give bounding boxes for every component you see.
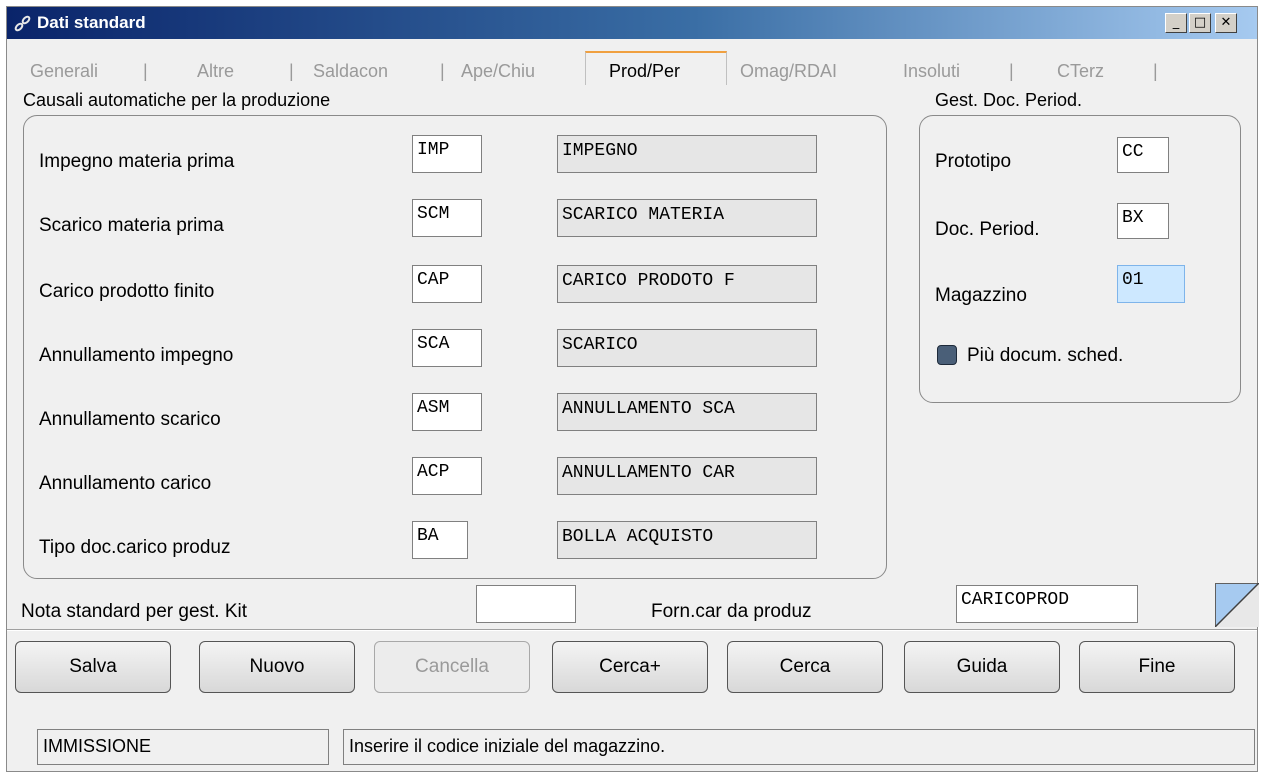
annull-carico-label: Annullamento carico bbox=[39, 473, 212, 494]
tab-separator: | bbox=[143, 61, 148, 81]
resize-grip-icon[interactable] bbox=[1215, 583, 1259, 627]
carico-pf-label: Carico prodotto finito bbox=[39, 281, 215, 302]
impegno-mp-label: Impegno materia prima bbox=[39, 151, 235, 172]
link-icon bbox=[14, 15, 31, 32]
tab-strip: Generali | Altre | Saldacon | Ape/Chiu P… bbox=[7, 39, 1257, 85]
tab-separator: | bbox=[440, 61, 445, 81]
forn-car-label: Forn.car da produz bbox=[651, 601, 812, 622]
title-bar[interactable]: Dati standard _ □ ✕ bbox=[7, 7, 1257, 39]
minimize-button[interactable]: _ bbox=[1165, 13, 1187, 33]
scarico-mp-code-input[interactable]: SCM bbox=[412, 199, 482, 237]
tab-separator: | bbox=[1009, 61, 1014, 81]
tab-insoluti[interactable]: Insoluti bbox=[903, 61, 960, 82]
annull-carico-code-input[interactable]: ACP bbox=[412, 457, 482, 495]
tab-separator: | bbox=[1153, 61, 1158, 81]
cerca-button[interactable]: Cerca bbox=[727, 641, 883, 693]
annull-carico-description: ANNULLAMENTO CAR bbox=[557, 457, 817, 495]
cerca-plus-button[interactable]: Cerca+ bbox=[552, 641, 708, 693]
impegno-mp-description: IMPEGNO bbox=[557, 135, 817, 173]
status-message: Inserire il codice iniziale del magazzin… bbox=[343, 729, 1255, 765]
causali-section-title: Causali automatiche per la produzione bbox=[23, 90, 331, 110]
doc-period-input[interactable]: BX bbox=[1117, 203, 1169, 239]
piu-docum-label: Più docum. sched. bbox=[967, 345, 1124, 366]
carico-pf-description: CARICO PRODOTO F bbox=[557, 265, 817, 303]
prototipo-input[interactable]: CC bbox=[1117, 137, 1169, 173]
tab-ape-chiu[interactable]: Ape/Chiu bbox=[461, 61, 535, 82]
tab-omag-rdai[interactable]: Omag/RDAI bbox=[740, 61, 837, 82]
annull-impegno-label: Annullamento impegno bbox=[39, 345, 234, 366]
scarico-mp-label: Scarico materia prima bbox=[39, 215, 224, 236]
tab-saldacon[interactable]: Saldacon bbox=[313, 61, 388, 82]
tab-separator: | bbox=[289, 61, 294, 81]
forn-car-input[interactable]: CARICOPROD bbox=[956, 585, 1138, 623]
tipo-doc-carico-label: Tipo doc.carico produz bbox=[39, 537, 231, 558]
tab-generali[interactable]: Generali bbox=[30, 61, 98, 82]
fine-button[interactable]: Fine bbox=[1079, 641, 1235, 693]
tab-altre[interactable]: Altre bbox=[197, 61, 234, 82]
tab-cterz[interactable]: CTerz bbox=[1057, 61, 1104, 82]
scarico-mp-description: SCARICO MATERIA bbox=[557, 199, 817, 237]
annull-scarico-description: ANNULLAMENTO SCA bbox=[557, 393, 817, 431]
nuovo-button[interactable]: Nuovo bbox=[199, 641, 355, 693]
magazzino-input[interactable]: 01 bbox=[1117, 265, 1185, 303]
status-mode: IMMISSIONE bbox=[37, 729, 329, 765]
annull-impegno-code-input[interactable]: SCA bbox=[412, 329, 482, 367]
impegno-mp-code-input[interactable]: IMP bbox=[412, 135, 482, 173]
carico-pf-code-input[interactable]: CAP bbox=[412, 265, 482, 303]
tab-prod-per[interactable]: Prod/Per bbox=[609, 61, 680, 82]
gest-doc-section-title: Gest. Doc. Period. bbox=[935, 90, 1083, 110]
tipo-doc-carico-description: BOLLA ACQUISTO bbox=[557, 521, 817, 559]
window-title: Dati standard bbox=[37, 13, 146, 32]
close-button[interactable]: ✕ bbox=[1215, 13, 1237, 33]
tipo-doc-carico-code-input[interactable]: BA bbox=[412, 521, 468, 559]
salva-button[interactable]: Salva bbox=[15, 641, 171, 693]
annull-impegno-description: SCARICO bbox=[557, 329, 817, 367]
nota-kit-label: Nota standard per gest. Kit bbox=[21, 601, 248, 622]
separator-line bbox=[7, 629, 1257, 631]
dati-standard-window: Dati standard _ □ ✕ Generali | Altre | S… bbox=[6, 6, 1259, 772]
annull-scarico-code-input[interactable]: ASM bbox=[412, 393, 482, 431]
maximize-button[interactable]: □ bbox=[1189, 13, 1211, 33]
annull-scarico-label: Annullamento scarico bbox=[39, 409, 221, 430]
prototipo-label: Prototipo bbox=[935, 151, 1012, 172]
piu-docum-checkbox[interactable] bbox=[937, 345, 957, 365]
doc-period-label: Doc. Period. bbox=[935, 219, 1040, 240]
guida-button[interactable]: Guida bbox=[904, 641, 1060, 693]
nota-kit-input[interactable] bbox=[476, 585, 576, 623]
cancella-button[interactable]: Cancella bbox=[374, 641, 530, 693]
magazzino-label: Magazzino bbox=[935, 285, 1027, 306]
